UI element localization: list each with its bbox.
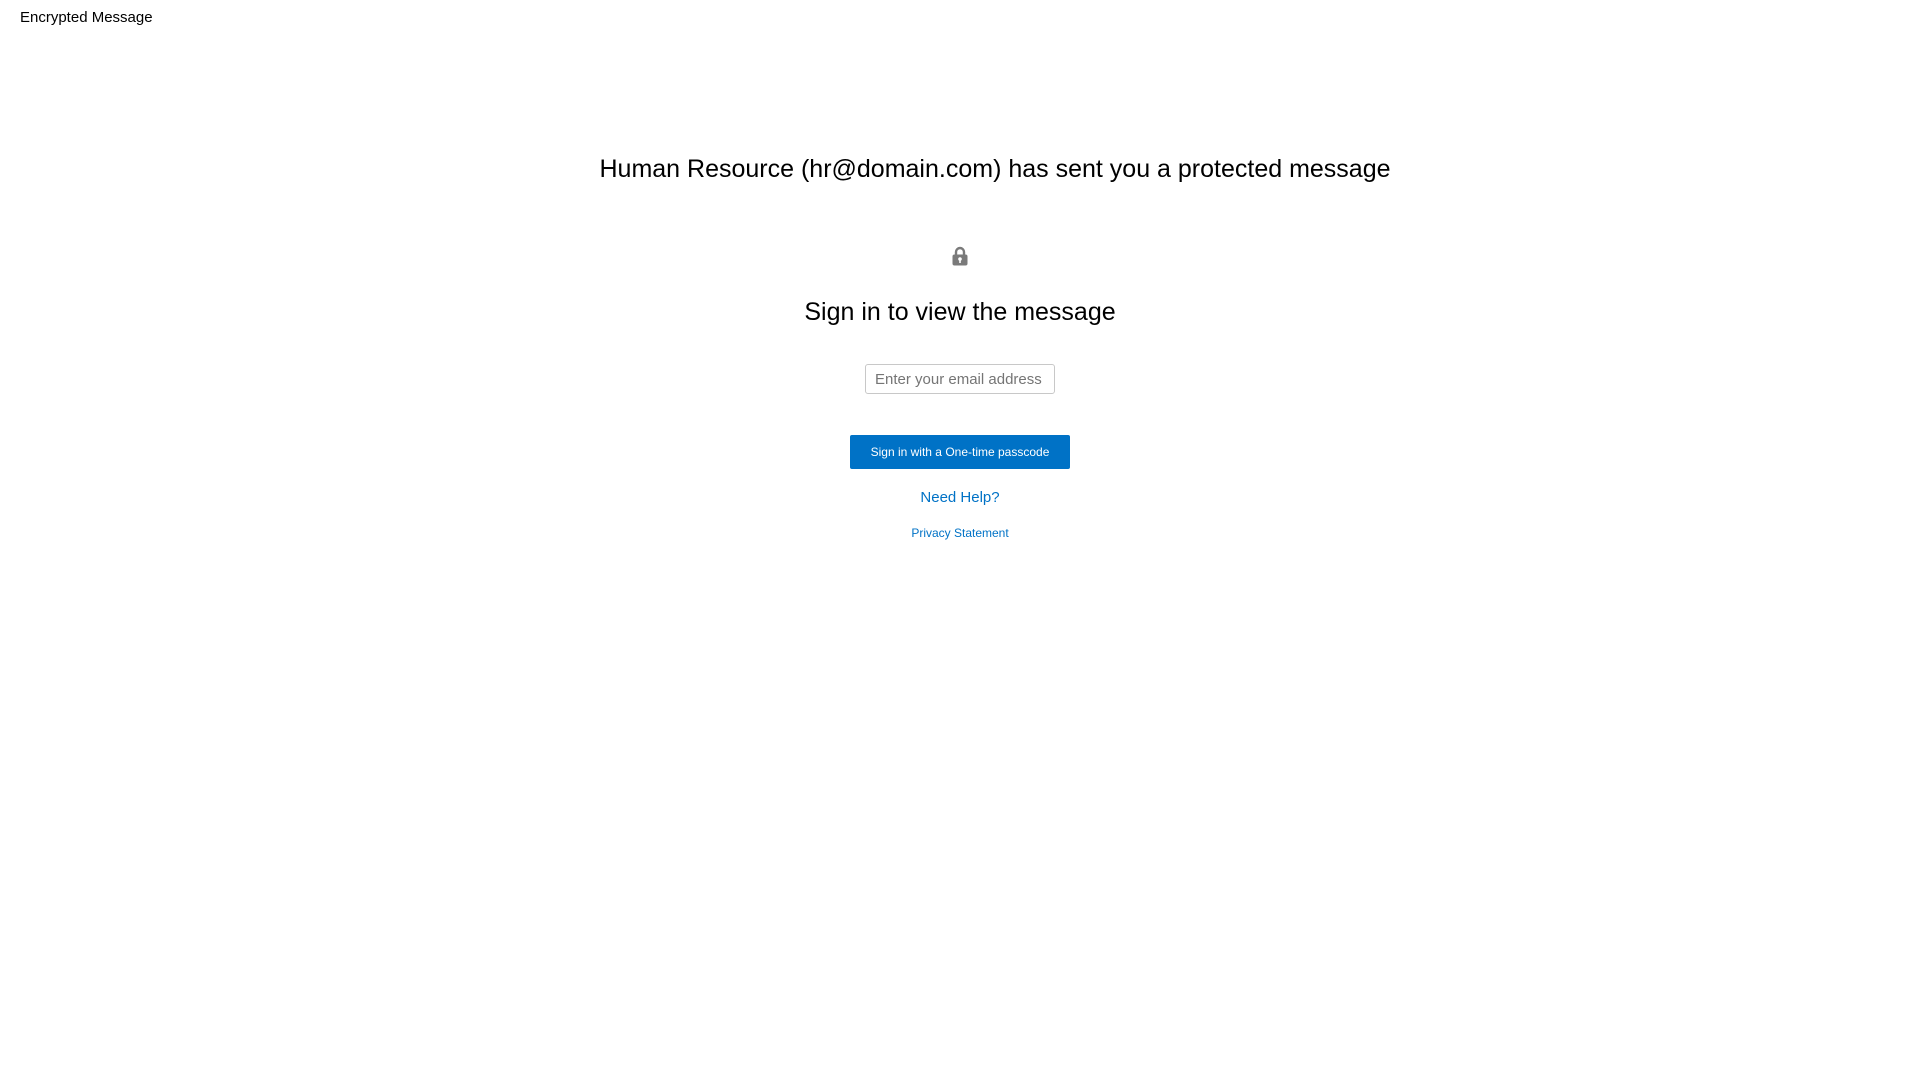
signin-button-container: Sign in with a One-time passcode <box>0 435 1920 469</box>
signin-one-time-passcode-button[interactable]: Sign in with a One-time passcode <box>850 435 1070 469</box>
lock-icon <box>952 246 968 270</box>
privacy-statement-link[interactable]: Privacy Statement <box>911 526 1008 540</box>
page-header-title: Encrypted Message <box>20 9 153 26</box>
page: Encrypted Message Human Resource (hr@dom… <box>0 0 1920 1080</box>
lock-container <box>0 246 1920 268</box>
email-input[interactable] <box>865 364 1055 394</box>
help-link-container: Need Help? <box>0 488 1920 508</box>
need-help-link[interactable]: Need Help? <box>920 489 999 506</box>
sender-headline: Human Resource (hr@domain.com) has sent … <box>599 155 1391 183</box>
email-field-container <box>0 364 1920 394</box>
signin-heading: Sign in to view the message <box>804 298 1116 326</box>
privacy-link-container: Privacy Statement <box>0 524 1920 542</box>
